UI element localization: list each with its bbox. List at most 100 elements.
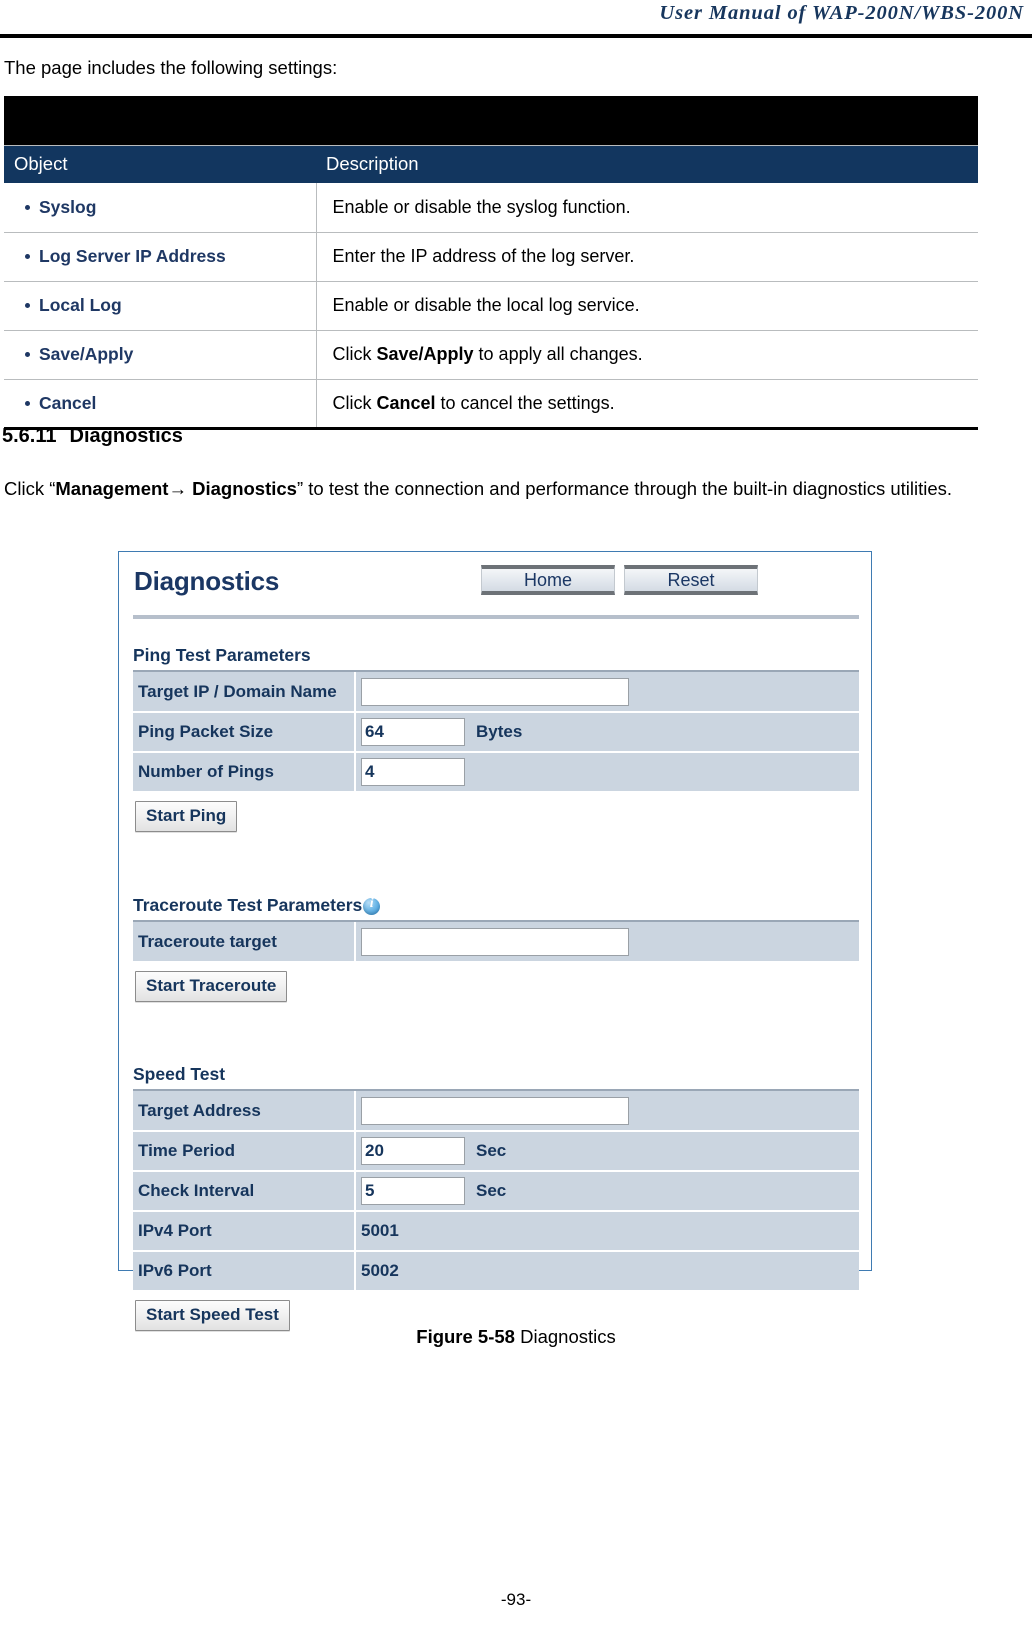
description-prefix: Enable or disable the syslog function. [332, 196, 631, 217]
form-row: IPv6 Port 5002 [133, 1251, 859, 1292]
bullet-icon [25, 400, 30, 406]
paragraph-tail: ” to test the connection and performance… [296, 478, 953, 499]
object-label: Cancel [39, 392, 97, 413]
description-prefix: Enter the IP address of the log server. [332, 246, 635, 266]
description-cell: Click Save/Apply to apply all changes. [316, 330, 978, 380]
ping-parameters-table: Target IP / Domain NamePing Packet Size B… [133, 672, 859, 793]
field-label: Check Interval [133, 1171, 356, 1212]
text-input[interactable] [361, 927, 629, 956]
form-row: Target Address [133, 1091, 859, 1132]
bullet-icon [25, 254, 30, 259]
section-paragraph: Click “Management→ Diagnostics” to test … [4, 473, 989, 504]
object-cell: Cancel [4, 379, 317, 430]
description-emphasis: Cancel [376, 392, 436, 413]
field-value-cell [355, 1091, 859, 1132]
spacer-after-traceroute [133, 1002, 859, 1038]
section-heading: 5.6.11 Diagnostics [2, 425, 183, 448]
diagnostics-screenshot-panel: Diagnostics Home Reset Ping Test Paramet… [118, 551, 872, 1331]
object-cell: Syslog [4, 183, 317, 233]
object-cell: Local Log [4, 281, 317, 331]
form-row: IPv4 Port 5001 [133, 1211, 859, 1252]
field-value-cell [355, 672, 859, 713]
text-input[interactable] [361, 677, 629, 706]
figure-label: Figure 5-58 [416, 1326, 515, 1347]
table-top-rule [4, 96, 978, 146]
traceroute-section-heading-label: Traceroute Test Parameters [133, 895, 363, 915]
field-label: Traceroute target [133, 922, 356, 963]
field-label: IPv6 Port [133, 1251, 356, 1292]
description-prefix: Click [332, 392, 377, 413]
panel-title: Diagnostics [134, 566, 280, 596]
description-suffix: to apply all changes. [473, 344, 643, 364]
column-header-description: Description [326, 152, 419, 174]
section-number: 5.6.11 [2, 425, 57, 447]
table-row: Log Server IP Address Enter the IP addres… [4, 232, 978, 282]
field-label: IPv4 Port [133, 1211, 356, 1252]
start-ping-button[interactable]: Start Ping [135, 801, 238, 832]
description-prefix: Enable or disable the local log service. [332, 295, 640, 315]
description-suffix: to cancel the settings. [435, 392, 615, 413]
text-input[interactable] [361, 1177, 465, 1205]
start-traceroute-button[interactable]: Start Traceroute [135, 971, 288, 1002]
form-row: Check Interval Sec [133, 1171, 859, 1212]
section-title: Diagnostics [69, 425, 183, 447]
field-label: Time Period [133, 1131, 356, 1172]
object-label: Log Server IP Address [39, 246, 226, 266]
form-row: Number of Pings [133, 752, 859, 793]
static-value: 5001 [361, 1221, 399, 1240]
field-label: Target IP / Domain Name [133, 672, 356, 713]
text-input[interactable] [361, 758, 465, 786]
form-row: Ping Packet Size Bytes [133, 712, 859, 753]
figure-caption-text: Diagnostics [514, 1326, 616, 1347]
table-header-row: Object Description [4, 145, 978, 183]
description-cell: Enable or disable the syslog function. [316, 183, 978, 233]
field-value-cell: Bytes [355, 712, 859, 753]
form-row: Target IP / Domain Name [133, 672, 859, 713]
header-divider [0, 34, 1032, 38]
traceroute-parameters-table: Traceroute target [133, 922, 859, 963]
info-icon[interactable] [363, 896, 381, 915]
description-prefix: Click [332, 344, 377, 364]
form-row: Traceroute target [133, 922, 859, 963]
ping-section-heading: Ping Test Parameters [133, 645, 859, 672]
description-cell: Enter the IP address of the log server. [316, 232, 978, 282]
text-input[interactable] [361, 1096, 629, 1125]
static-value: 5002 [361, 1261, 399, 1280]
field-label: Target Address [133, 1091, 356, 1132]
text-input[interactable] [361, 718, 465, 746]
reset-button[interactable]: Reset [624, 565, 758, 595]
speed-section-heading: Speed Test [133, 1064, 859, 1091]
field-value-cell: 5002 [355, 1251, 859, 1292]
text-input[interactable] [361, 1137, 465, 1165]
bullet-icon [25, 352, 30, 357]
field-label: Ping Packet Size [133, 712, 356, 753]
page-header: User Manual of WAP-200N/WBS-200N [0, 0, 1032, 40]
ping-section-heading-label: Ping Test Parameters [133, 645, 311, 665]
paragraph-bold-diagnostics: Diagnostics [192, 478, 297, 499]
field-value-cell: Sec [355, 1131, 859, 1172]
table-row: Cancel Click Cancel to cancel the setting… [4, 379, 978, 430]
table-row: Syslog Enable or disable the syslog funct… [4, 183, 978, 233]
table-row: Local Log Enable or disable the local log… [4, 281, 978, 331]
settings-table: Object Description Syslog Enable or disab… [4, 96, 978, 430]
form-row: Time Period Sec [133, 1131, 859, 1172]
description-cell: Click Cancel to cancel the settings. [316, 379, 978, 430]
field-label: Number of Pings [133, 752, 356, 793]
speed-parameters-table: Target AddressTime PeriodSecCheck Interv… [133, 1091, 859, 1292]
intro-text: The page includes the following settings… [4, 57, 338, 78]
object-label: Save/Apply [39, 344, 134, 364]
page-number: -93- [500, 1590, 532, 1609]
object-cell: Log Server IP Address [4, 232, 317, 282]
figure-caption: Figure 5-58 Diagnostics [0, 1326, 1032, 1348]
arrow-icon: → [168, 478, 187, 499]
unit-label: Sec [476, 1141, 507, 1160]
field-value-cell: 5001 [355, 1211, 859, 1252]
speed-section-heading-label: Speed Test [133, 1064, 226, 1084]
field-value-cell: Sec [355, 1171, 859, 1212]
description-cell: Enable or disable the local log service. [316, 281, 978, 331]
home-button[interactable]: Home [481, 565, 615, 595]
object-cell: Save/Apply [4, 330, 317, 380]
paragraph-lead: Click “ [4, 478, 56, 499]
traceroute-section-heading: Traceroute Test Parameters [133, 894, 859, 922]
bullet-icon [25, 303, 30, 308]
